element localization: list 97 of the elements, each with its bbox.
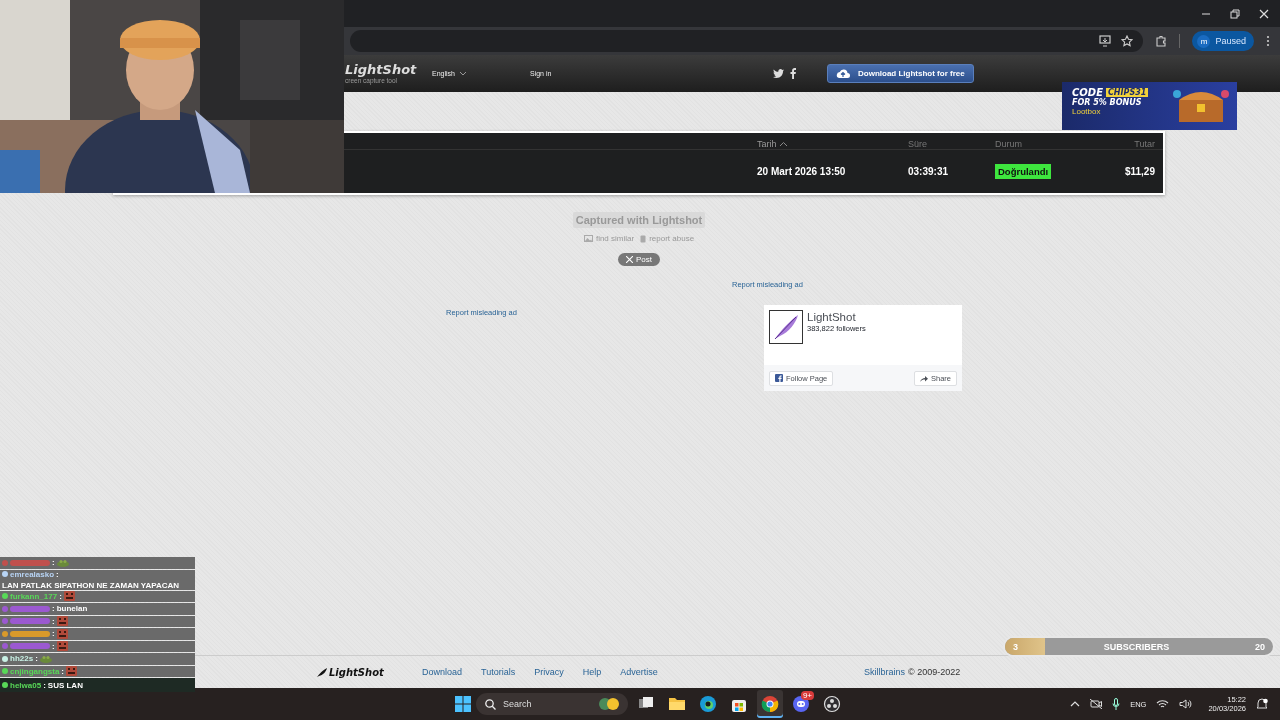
chat-separator: : <box>52 641 55 651</box>
chat-text: LAN PATLAK SIPATHON NE ZAMAN YAPACAN <box>2 580 180 590</box>
footer-logo[interactable]: LightShot <box>329 666 384 678</box>
twitter-icon[interactable] <box>773 69 784 78</box>
restore-icon[interactable] <box>1230 8 1240 19</box>
weather-widget-icon[interactable] <box>598 696 620 712</box>
notification-bell-icon[interactable] <box>1256 698 1268 710</box>
caption-label: Captured with Lightshot <box>572 212 706 228</box>
column-header[interactable]: Süre <box>908 139 927 149</box>
wifi-icon[interactable] <box>1156 699 1170 709</box>
chat-separator: : <box>52 616 55 626</box>
chat-separator: : <box>52 604 55 614</box>
chat-username: emrealasko <box>10 569 55 579</box>
blurred-username <box>10 559 50 566</box>
share-arrow-icon <box>920 374 928 382</box>
promo-code: CHIPS31 <box>1106 88 1149 97</box>
microphone-icon[interactable] <box>1112 698 1121 710</box>
footer-link[interactable]: Tutorials <box>481 667 516 677</box>
taskbar-app[interactable]: 9+ <box>788 690 814 718</box>
footer-link[interactable]: Download <box>422 667 463 677</box>
x-logo-icon <box>626 256 633 263</box>
taskbar-app[interactable] <box>757 690 783 718</box>
frog-emote-icon <box>56 558 69 567</box>
ad-banner[interactable]: CODE CHIPS31 FOR 5% BONUS Lootbox <box>1062 82 1237 130</box>
chevron-up-icon[interactable] <box>1070 701 1081 707</box>
extensions-icon[interactable] <box>1155 35 1168 47</box>
chat-username: helwa05 <box>10 680 42 690</box>
goal-current: 3 <box>1013 641 1018 652</box>
download-button[interactable]: Download Lightshot for free <box>827 64 974 83</box>
ad-brand: Lootbox <box>1072 107 1102 116</box>
install-icon[interactable] <box>1099 35 1112 47</box>
chat-separator: : <box>61 666 64 676</box>
star-icon[interactable] <box>1121 35 1134 47</box>
face-emote-icon <box>66 666 77 677</box>
column-header[interactable]: Durum <box>995 139 1022 149</box>
face-emote-icon <box>63 591 75 602</box>
duration-cell: 03:39:31 <box>908 166 949 177</box>
cloud-upload-icon <box>836 68 850 79</box>
notification-badge: 9+ <box>800 691 814 700</box>
close-icon[interactable] <box>1259 8 1269 19</box>
avatar: m <box>1197 34 1211 48</box>
chat-separator: : <box>52 558 55 568</box>
date-cell: 20 Mart 2026 13:50 <box>757 166 846 177</box>
feather-icon <box>769 310 803 344</box>
chat-separator: : <box>52 629 55 639</box>
chat-separator: : <box>35 654 38 664</box>
chrome-browser-icon <box>761 695 779 713</box>
company-link[interactable]: Skillbrains <box>864 667 905 677</box>
windows-logo-icon[interactable] <box>455 696 471 712</box>
goal-label: SUBSCRIBERS <box>1103 641 1170 652</box>
chat-text: SUS LAN <box>47 680 83 690</box>
ad-headline: CODE <box>1072 87 1103 98</box>
footer-link[interactable]: Advertise <box>620 667 658 677</box>
blurred-username <box>10 618 50 625</box>
volume-icon[interactable] <box>1179 699 1193 709</box>
folder-icon <box>668 695 686 713</box>
blurred-username <box>10 643 50 650</box>
camera-off-icon[interactable] <box>1090 699 1103 709</box>
search-field[interactable]: Search <box>476 693 628 715</box>
menu-icon[interactable] <box>1266 35 1270 47</box>
goal-target: 20 <box>1254 641 1265 652</box>
site-logo[interactable]: LightShot <box>345 62 432 77</box>
status-badge: Doğrulandı <box>995 164 1052 179</box>
recorder-icon <box>823 695 841 713</box>
chat-username: furkann_177 <box>10 591 58 601</box>
amount-cell: $11,29 <box>1124 166 1155 177</box>
copyright-text: © 2009-2022 <box>908 667 961 677</box>
frog-emote-icon <box>39 654 52 663</box>
blurred-username <box>10 630 50 637</box>
ad-subline: FOR 5% BONUS <box>1072 98 1143 107</box>
column-header[interactable]: Tutar <box>1134 139 1155 149</box>
footer-link[interactable]: Help <box>582 667 602 677</box>
facebook-icon[interactable] <box>790 68 796 79</box>
column-header[interactable]: Tarih <box>757 139 777 149</box>
sort-caret-icon <box>779 142 787 146</box>
chat-separator: : <box>56 569 59 579</box>
image-icon <box>583 235 593 242</box>
face-emote-icon <box>56 628 68 639</box>
feather-icon <box>317 667 327 677</box>
page-name-link[interactable]: LightShot <box>807 310 856 324</box>
footer-link[interactable]: Privacy <box>534 667 564 677</box>
chat-separator: : <box>59 591 62 601</box>
caret-icon <box>459 71 466 76</box>
profile-button[interactable]: m Paused <box>1192 31 1254 51</box>
face-emote-icon <box>56 641 68 652</box>
face-emote-icon <box>56 616 68 627</box>
chat-app-icon <box>792 695 810 713</box>
chat-text: bunelan <box>56 604 88 614</box>
post-button[interactable]: Post <box>618 253 660 266</box>
search-icon <box>485 698 496 710</box>
flag-icon <box>640 234 647 243</box>
chat-separator: : <box>43 680 46 690</box>
blurred-username <box>10 605 50 612</box>
chat-username: cnjingangsta <box>10 666 60 676</box>
edge-browser-icon <box>699 695 717 713</box>
chat-username: hh22s <box>10 654 34 664</box>
facebook-icon <box>775 374 783 382</box>
